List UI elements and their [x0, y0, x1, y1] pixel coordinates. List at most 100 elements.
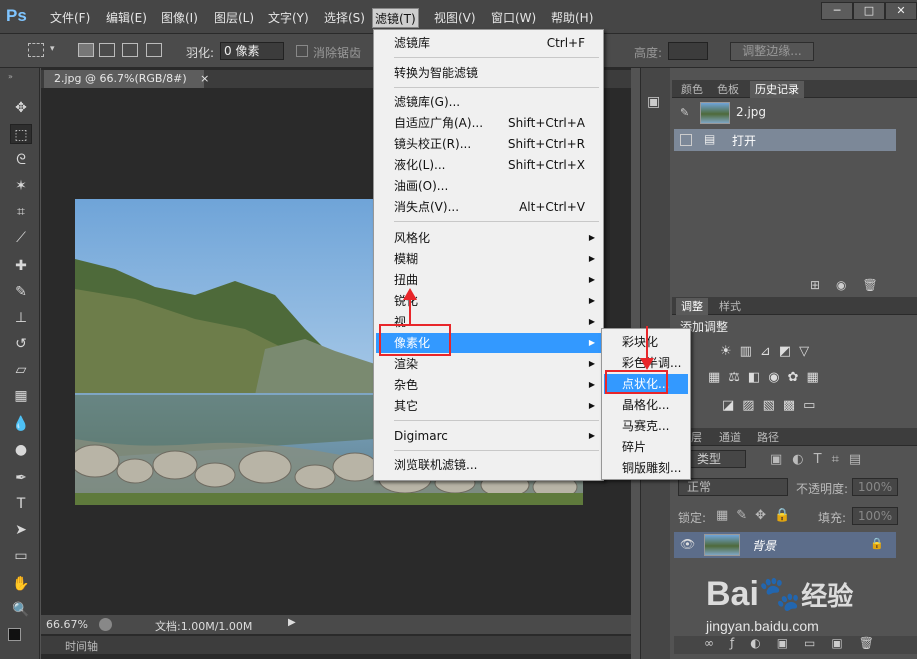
adjustment-icons-row2[interactable]: ▦⚖◧◉✿▦ [708, 370, 827, 385]
menu-item-liquify[interactable]: 液化(L)... Shift+Ctrl+X [376, 155, 601, 175]
eraser-tool-icon[interactable]: ▱ [10, 360, 32, 380]
menu-item-filter-gallery-last[interactable]: 滤镜库 Ctrl+F [376, 33, 601, 53]
menu-edit[interactable]: 编辑(E) [104, 8, 149, 28]
menu-filter[interactable]: 滤镜(T) [372, 8, 419, 28]
annotation-box-pointillize [605, 370, 668, 394]
status-expand-icon[interactable]: ▶ [288, 617, 296, 628]
submenu-item-mezzotint[interactable]: 铜版雕刻... [604, 458, 688, 478]
document-icon: ▤ [704, 132, 716, 146]
minimize-button[interactable]: ─ [821, 2, 853, 20]
history-step-checkbox[interactable] [680, 134, 692, 146]
tab-close-icon[interactable]: × [200, 72, 209, 85]
hand-tool-icon[interactable]: ✋ [10, 574, 32, 594]
layers-bottom-actions[interactable]: ∞ƒ◐▣▭▣🗑 [674, 636, 917, 654]
clone-stamp-icon[interactable]: ⊥ [10, 308, 32, 328]
gradient-tool-icon[interactable]: ▦ [10, 386, 32, 406]
move-tool-icon[interactable]: ✥ [10, 98, 32, 118]
rectangle-tool-icon[interactable]: ▭ [10, 546, 32, 566]
menu-item-convert-smart[interactable]: 转换为智能滤镜 [376, 63, 601, 83]
tab-styles[interactable]: 样式 [714, 298, 746, 315]
menu-item-browse-online[interactable]: 浏览联机滤镜... [376, 455, 601, 475]
zoom-tool-icon[interactable]: 🔍 [10, 600, 32, 620]
menu-item-filter-gallery[interactable]: 滤镜库(G)... [376, 92, 601, 112]
tab-color[interactable]: 颜色 [676, 81, 708, 98]
adjust-panel-tabs: 调整 样式 [672, 297, 917, 315]
history-panel-icon[interactable]: ▣ [647, 94, 660, 110]
menu-select[interactable]: 选择(S) [322, 8, 367, 28]
menu-item-blur[interactable]: 模糊 ▶ [376, 249, 601, 269]
tab-history[interactable]: 历史记录 [750, 81, 804, 98]
tab-paths[interactable]: 路径 [752, 429, 784, 446]
menu-item-oil-paint[interactable]: 油画(O)... [376, 176, 601, 196]
menu-item-other[interactable]: 其它 ▶ [376, 396, 601, 416]
menu-type[interactable]: 文字(Y) [266, 8, 311, 28]
history-snapshot[interactable]: ✎ 2.jpg [674, 100, 914, 126]
opacity-input[interactable]: 100% [852, 478, 898, 496]
intersect-selection-icon[interactable] [146, 43, 162, 57]
maximize-button[interactable]: □ [853, 2, 885, 20]
layer-filter-icons[interactable]: ▣◐T⌗▤ [770, 452, 871, 467]
tab-adjustments[interactable]: 调整 [676, 298, 708, 315]
zoom-level[interactable]: 66.67% [46, 618, 88, 631]
watermark-brand: Bai [706, 575, 759, 613]
eyedropper-icon[interactable]: ⟋ [10, 228, 32, 248]
blend-mode-select[interactable]: 正常 [678, 478, 788, 496]
crop-tool-icon[interactable]: ⌗ [10, 202, 32, 222]
feather-input[interactable]: 0 像素 [220, 42, 284, 60]
tab-swatches[interactable]: 色板 [712, 81, 744, 98]
menu-item-distort[interactable]: 扭曲 ▶ [376, 270, 601, 290]
foreground-color-swatch[interactable] [8, 628, 21, 641]
menu-item-lens-correction[interactable]: 镜头校正(R)... Shift+Ctrl+R [376, 134, 601, 154]
document-tab[interactable]: 2.jpg @ 66.7%(RGB/8#) × [44, 70, 209, 88]
type-tool-icon[interactable]: T [10, 494, 32, 514]
menu-help[interactable]: 帮助(H) [549, 8, 595, 28]
marquee-preset-icon[interactable] [28, 43, 44, 57]
height-input[interactable] [668, 42, 708, 60]
lasso-tool-icon[interactable]: ᘓ [10, 150, 32, 170]
menu-view[interactable]: 视图(V) [432, 8, 478, 28]
menu-item-render[interactable]: 渲染 ▶ [376, 354, 601, 374]
fill-input[interactable]: 100% [852, 507, 898, 525]
submenu-item-crystallize[interactable]: 晶格化... [604, 395, 688, 415]
menu-item-adaptive-wide-angle[interactable]: 自适应广角(A)... Shift+Ctrl+A [376, 113, 601, 133]
new-selection-icon[interactable] [78, 43, 94, 57]
dodge-tool-icon[interactable]: ● [10, 440, 32, 460]
marquee-tool-icon[interactable]: ⬚ [10, 124, 32, 144]
menu-item-noise[interactable]: 杂色 ▶ [376, 375, 601, 395]
tab-channels[interactable]: 通道 [714, 429, 746, 446]
adjustment-icons-row1[interactable]: ☀▥⊿◩▽ [720, 344, 817, 359]
menu-item-vanishing-point[interactable]: 消失点(V)... Alt+Ctrl+V [376, 197, 601, 217]
pen-tool-icon[interactable]: ✒ [10, 468, 32, 488]
adjustment-icons-row3[interactable]: ◪▨▧▩▭ [722, 398, 823, 413]
subtract-selection-icon[interactable] [122, 43, 138, 57]
brush-tool-icon[interactable]: ✎ [10, 282, 32, 302]
submenu-item-mosaic[interactable]: 马赛克... [604, 416, 688, 436]
submenu-item-fragment[interactable]: 碎片 [604, 437, 688, 457]
menu-item-stylize[interactable]: 风格化 ▶ [376, 228, 601, 248]
history-step[interactable]: ▤ 打开 [674, 129, 896, 151]
layer-row-background[interactable]: 👁 背景 🔒 [674, 532, 896, 558]
lock-icons[interactable]: ▦✎✥🔒 [716, 508, 798, 523]
preset-dropdown-icon[interactable]: ▾ [50, 44, 55, 54]
history-brush-icon[interactable]: ↺ [10, 334, 32, 354]
menu-window[interactable]: 窗口(W) [489, 8, 538, 28]
status-options-icon[interactable] [99, 618, 112, 631]
collapse-icon[interactable]: » [8, 72, 13, 81]
layer-visibility-icon[interactable]: 👁 [680, 537, 695, 551]
add-selection-icon[interactable] [99, 43, 115, 57]
menu-file[interactable]: 文件(F) [48, 8, 92, 28]
timeline-panel: 时间轴 [41, 636, 631, 654]
magic-wand-icon[interactable]: ✶ [10, 176, 32, 196]
healing-brush-icon[interactable]: ✚ [10, 256, 32, 276]
menu-item-digimarc[interactable]: Digimarc ▶ [376, 426, 601, 446]
blur-tool-icon[interactable]: 💧 [10, 414, 32, 434]
menu-image[interactable]: 图像(I) [159, 8, 200, 28]
antialias-checkbox[interactable] [296, 45, 308, 57]
refine-edge-button[interactable]: 调整边缘... [730, 42, 814, 61]
history-actions[interactable]: ⊞◉🗑 [810, 278, 894, 292]
close-button[interactable]: ✕ [885, 2, 917, 20]
menu-layer[interactable]: 图层(L) [212, 8, 256, 28]
path-select-icon[interactable]: ➤ [10, 520, 32, 540]
paw-icon: 🐾 [758, 575, 802, 613]
timeline-label[interactable]: 时间轴 [65, 638, 98, 654]
